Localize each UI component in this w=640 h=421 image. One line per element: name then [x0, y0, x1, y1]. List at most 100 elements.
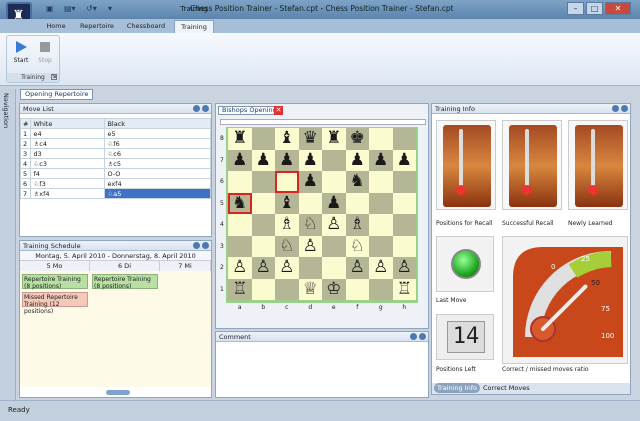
- board-square-g1[interactable]: [369, 278, 393, 300]
- black-move[interactable]: ♗c5: [104, 158, 211, 169]
- navigation-pane[interactable]: Navigation: [0, 89, 16, 400]
- board-square-a8[interactable]: ♜: [228, 128, 252, 150]
- board-square-e8[interactable]: ♜: [322, 128, 346, 150]
- close-panel-icon[interactable]: [621, 105, 628, 112]
- tab-repertoire[interactable]: Repertoire: [75, 20, 119, 33]
- black-move[interactable]: ♘a5: [104, 188, 211, 199]
- close-button[interactable]: ✕: [605, 2, 631, 15]
- white-move[interactable]: ♗xf4: [30, 188, 106, 199]
- board-square-c3[interactable]: ♘: [275, 235, 299, 257]
- board-square-d5[interactable]: [298, 192, 322, 214]
- close-panel-icon[interactable]: [419, 333, 426, 340]
- board-square-a5[interactable]: ♞: [228, 192, 252, 214]
- table-row[interactable]: 4 ♘c3 ♗c5: [19, 158, 211, 169]
- day-header[interactable]: 6 Di: [90, 261, 160, 271]
- appointment[interactable]: Repertoire Training (8 positions): [92, 274, 158, 290]
- board-square-g7[interactable]: ♟: [369, 149, 393, 171]
- board-square-g2[interactable]: ♙: [369, 257, 393, 279]
- board-square-h8[interactable]: [392, 128, 416, 150]
- tab-bishops-opening[interactable]: Bishops Opening: [218, 106, 281, 115]
- board-square-d7[interactable]: ♟: [298, 149, 322, 171]
- board-square-b2[interactable]: ♙: [251, 257, 275, 279]
- board-square-h2[interactable]: ♙: [392, 257, 416, 279]
- stop-button[interactable]: Stop: [33, 40, 57, 72]
- black-move[interactable]: ♘f6: [104, 138, 211, 149]
- horizontal-scrollbar[interactable]: [106, 390, 130, 395]
- white-move[interactable]: d3: [30, 148, 106, 159]
- board-square-g5[interactable]: [369, 192, 393, 214]
- save-icon[interactable]: ▣: [46, 4, 54, 15]
- board-square-e1[interactable]: ♔: [322, 278, 346, 300]
- board-square-a6[interactable]: [228, 171, 252, 193]
- tab-home[interactable]: Home: [38, 20, 74, 33]
- board-square-e7[interactable]: [322, 149, 346, 171]
- board-square-d8[interactable]: ♛: [298, 128, 322, 150]
- tab-chessboard[interactable]: Chessboard: [122, 20, 170, 33]
- white-move[interactable]: ♗c4: [30, 138, 106, 149]
- tab-opening-repertoire[interactable]: Opening Repertoire: [20, 89, 94, 100]
- table-row[interactable]: 3 d3 ♘c6: [19, 148, 211, 159]
- board-square-c4[interactable]: ♗: [275, 214, 299, 236]
- white-move[interactable]: f4: [30, 168, 106, 179]
- board-square-b6[interactable]: [251, 171, 275, 193]
- board-square-f1[interactable]: [345, 278, 369, 300]
- board-square-h6[interactable]: [392, 171, 416, 193]
- board-square-f7[interactable]: ♟: [345, 149, 369, 171]
- board-square-f2[interactable]: ♙: [345, 257, 369, 279]
- board-square-c1[interactable]: [275, 278, 299, 300]
- board-square-b1[interactable]: [251, 278, 275, 300]
- board-square-d6[interactable]: ♟: [298, 171, 322, 193]
- board-square-h1[interactable]: ♖: [392, 278, 416, 300]
- black-move[interactable]: ♘c6: [104, 148, 211, 159]
- board-square-g3[interactable]: [369, 235, 393, 257]
- board-square-g6[interactable]: [369, 171, 393, 193]
- board-square-g4[interactable]: [369, 214, 393, 236]
- board-square-f5[interactable]: [345, 192, 369, 214]
- board-square-e5[interactable]: ♟: [322, 192, 346, 214]
- board-square-c7[interactable]: ♟: [275, 149, 299, 171]
- board-square-d3[interactable]: ♙: [298, 235, 322, 257]
- black-move[interactable]: e5: [104, 128, 211, 139]
- customize-icon[interactable]: ▾: [108, 4, 112, 15]
- board-square-b7[interactable]: ♟: [251, 149, 275, 171]
- table-row[interactable]: 5 f4 O-O: [19, 168, 211, 179]
- undo-icon[interactable]: ↺▾: [86, 4, 97, 15]
- board-square-b5[interactable]: [251, 192, 275, 214]
- close-panel-icon[interactable]: [202, 242, 209, 249]
- board-square-f8[interactable]: ♚: [345, 128, 369, 150]
- tab-training-info[interactable]: Training Info: [434, 383, 481, 393]
- tab-correct-moves[interactable]: Correct Moves: [480, 383, 533, 393]
- table-row[interactable]: 2 ♗c4 ♘f6: [19, 138, 211, 149]
- minimize-button[interactable]: –: [567, 2, 584, 15]
- board-square-c2[interactable]: ♙: [275, 257, 299, 279]
- black-move[interactable]: O-O: [104, 168, 211, 179]
- board-square-d2[interactable]: [298, 257, 322, 279]
- board-square-a1[interactable]: ♖: [228, 278, 252, 300]
- chessboard[interactable]: ♜ ♝ ♛ ♜ ♚ 8 ♟ ♟ ♟ ♟ ♟ ♟ ♟ 7 ♟ ♞ 6 ♞ ♝ ♟ 5 ♗ ♘ ♙ ♗ 4 ♘ ♙ ♘ 3 ♙ ♙ ♙ ♙ ♙ ♙ 2 ♖ ♕ ♔…: [220, 128, 416, 311]
- board-square-g8[interactable]: [369, 128, 393, 150]
- board-square-a4[interactable]: [228, 214, 252, 236]
- board-square-e4[interactable]: ♙: [322, 214, 346, 236]
- white-move[interactable]: ♘c3: [30, 158, 106, 169]
- board-square-e6[interactable]: [322, 171, 346, 193]
- pin-icon[interactable]: [193, 105, 200, 112]
- comment-panel[interactable]: Comment: [215, 331, 429, 398]
- white-move[interactable]: ♘f3: [30, 178, 106, 189]
- board-square-c5[interactable]: ♝: [275, 192, 299, 214]
- board-icon[interactable]: ▤▾: [64, 4, 76, 15]
- table-row[interactable]: 7 ♗xf4 ♘a5: [19, 188, 211, 199]
- board-square-h4[interactable]: [392, 214, 416, 236]
- board-square-c6[interactable]: [275, 171, 299, 193]
- close-board-tab-icon[interactable]: ✕: [274, 106, 283, 115]
- pin-icon[interactable]: [193, 242, 200, 249]
- board-square-d1[interactable]: ♕: [298, 278, 322, 300]
- white-move[interactable]: e4: [30, 128, 106, 139]
- board-square-b8[interactable]: [251, 128, 275, 150]
- board-square-a2[interactable]: ♙: [228, 257, 252, 279]
- close-panel-icon[interactable]: [202, 105, 209, 112]
- board-square-h3[interactable]: [392, 235, 416, 257]
- board-square-b3[interactable]: [251, 235, 275, 257]
- day-header[interactable]: 5 Mo: [20, 261, 90, 271]
- missed-appointment[interactable]: Missed Repertoire Training (12 positions…: [22, 292, 88, 315]
- board-square-f4[interactable]: ♗: [345, 214, 369, 236]
